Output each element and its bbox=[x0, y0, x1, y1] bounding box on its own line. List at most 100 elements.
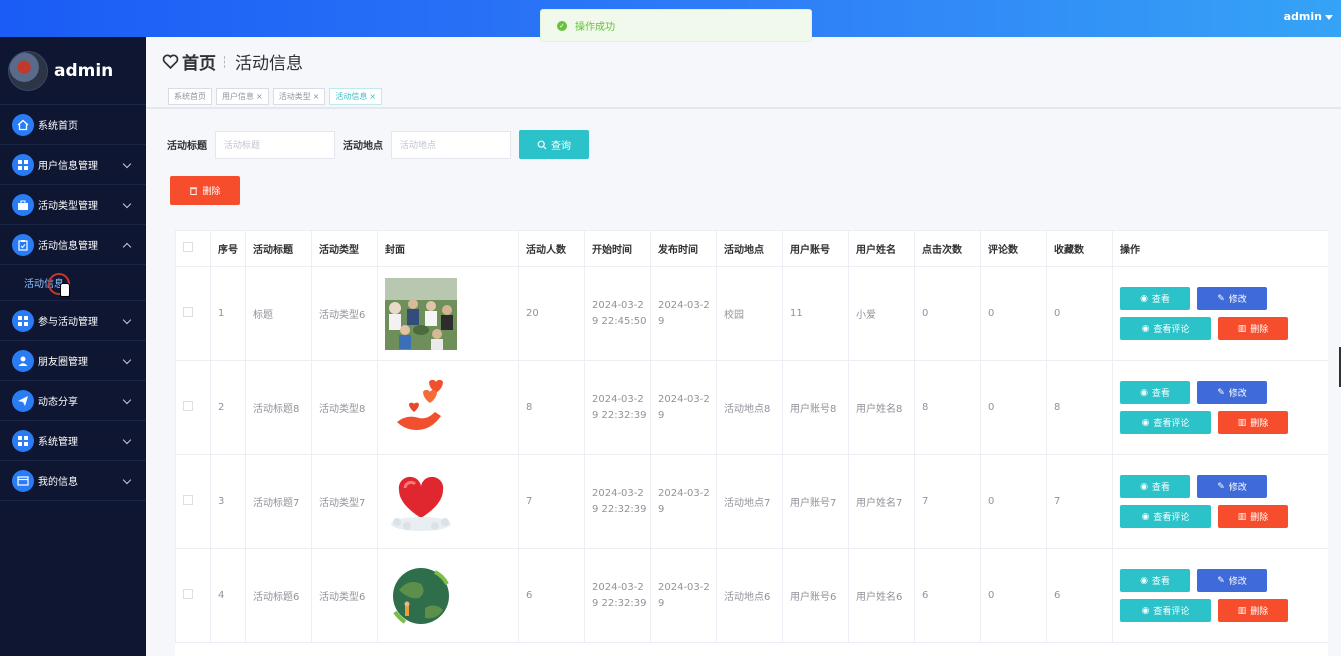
sidebar-item-home[interactable]: 系统首页 bbox=[0, 105, 146, 145]
column-header: 评论数 bbox=[980, 230, 1047, 267]
cell-clicks: 6 bbox=[914, 548, 981, 643]
comments-label: 查看评论 bbox=[1153, 607, 1190, 617]
sidebar-item-label: 动态分享 bbox=[38, 397, 78, 408]
cell-publish-time: 2024-03-2 9 bbox=[650, 266, 717, 361]
delete-button[interactable]: ▥ 删除 bbox=[1218, 505, 1288, 528]
view-button[interactable]: ◉ 查看 bbox=[1120, 475, 1190, 498]
edit-button[interactable]: ✎ 修改 bbox=[1197, 569, 1267, 592]
breadcrumb-home[interactable]: 首页 bbox=[182, 49, 216, 74]
batch-delete-button[interactable]: 删除 bbox=[170, 176, 240, 205]
eye-icon: ◉ bbox=[1141, 511, 1150, 522]
view-comments-button[interactable]: ◉ 查看评论 bbox=[1120, 599, 1211, 622]
view-button[interactable]: ◉ 查看 bbox=[1120, 381, 1190, 404]
row-checkbox[interactable] bbox=[183, 589, 193, 599]
cell-type: 活动类型7 bbox=[311, 454, 378, 549]
eye-icon: ◉ bbox=[1140, 293, 1148, 304]
eye-icon: ◉ bbox=[1141, 323, 1150, 334]
cell-name: 用户姓名6 bbox=[848, 548, 915, 643]
view-label: 查看 bbox=[1151, 295, 1170, 305]
sidebar: admin 系统首页 用户信息管理 活动类型管理 活动信息管理 活动信息 参与活… bbox=[0, 37, 146, 656]
time-part: 9 bbox=[658, 503, 665, 515]
cell-type: 活动类型8 bbox=[311, 360, 378, 455]
time-part: 2024-03-2 bbox=[658, 393, 710, 405]
tag-user-info[interactable]: 用户信息 × bbox=[216, 88, 269, 105]
eye-icon: ◉ bbox=[1140, 387, 1148, 398]
sidebar-item-label: 我的信息 bbox=[38, 477, 78, 488]
eye-icon: ◉ bbox=[1141, 417, 1150, 428]
sidebar-item-participation[interactable]: 参与活动管理 bbox=[0, 301, 146, 341]
cell-comments: 0 bbox=[980, 266, 1047, 361]
time-part: 2024-03-2 bbox=[592, 393, 644, 405]
sidebar-brand: admin bbox=[0, 37, 146, 105]
delete-label: 删除 bbox=[1250, 513, 1269, 523]
time-part: 2024-03-2 bbox=[658, 487, 710, 499]
view-button[interactable]: ◉ 查看 bbox=[1120, 569, 1190, 592]
cover-image-hand-hearts[interactable] bbox=[385, 371, 457, 444]
heart-icon bbox=[162, 54, 179, 70]
user-icon bbox=[12, 349, 34, 372]
cover-image-heart-hands[interactable] bbox=[385, 465, 457, 538]
sidebar-item-moments[interactable]: 朋友圈管理 bbox=[0, 341, 146, 381]
sidebar-subitem-activity-info[interactable]: 活动信息 bbox=[0, 265, 146, 301]
grid-icon bbox=[12, 153, 34, 176]
edit-button[interactable]: ✎ 修改 bbox=[1197, 475, 1267, 498]
cell-clicks: 0 bbox=[914, 266, 981, 361]
time-part: 9 bbox=[658, 315, 665, 327]
time-part: 2024-03-2 bbox=[658, 299, 710, 311]
delete-button[interactable]: ▥ 删除 bbox=[1218, 599, 1288, 622]
delete-button[interactable]: ▥ 删除 bbox=[1218, 411, 1288, 434]
tag-home[interactable]: 系统首页 bbox=[168, 88, 212, 105]
time-part: 9 22:32:39 bbox=[592, 503, 647, 515]
tag-activity-type[interactable]: 活动类型 × bbox=[272, 88, 326, 105]
view-comments-button[interactable]: ◉ 查看评论 bbox=[1120, 505, 1211, 528]
close-icon[interactable]: × bbox=[313, 92, 320, 101]
row-checkbox[interactable] bbox=[183, 307, 193, 317]
edit-button[interactable]: ✎ 修改 bbox=[1197, 287, 1267, 310]
title-search-input[interactable]: 活动标题 bbox=[215, 130, 335, 159]
user-name: admin bbox=[1283, 10, 1322, 23]
sidebar-item-label: 系统首页 bbox=[38, 121, 78, 132]
place-search-input[interactable]: 活动地点 bbox=[391, 130, 511, 159]
cover-image-photo[interactable] bbox=[385, 277, 457, 350]
delete-label: 删除 bbox=[1250, 607, 1269, 617]
avatar bbox=[8, 50, 48, 91]
comments-label: 查看评论 bbox=[1153, 513, 1190, 523]
sidebar-item-label: 活动信息管理 bbox=[38, 241, 98, 252]
user-menu[interactable]: admin bbox=[1284, 10, 1333, 23]
cell-name: 小爱 bbox=[848, 266, 915, 361]
sidebar-item-activity-info[interactable]: 活动信息管理 bbox=[0, 225, 146, 265]
select-all-checkbox[interactable] bbox=[183, 242, 193, 252]
sidebar-item-label: 活动类型管理 bbox=[38, 201, 98, 212]
cell-actions: ◉ 查看 ✎ 修改 ◉ 查看评论 ▥ 删除 bbox=[1112, 360, 1328, 455]
cover-image-earth[interactable] bbox=[385, 559, 457, 632]
row-checkbox[interactable] bbox=[183, 401, 193, 411]
delete-button[interactable]: ▥ 删除 bbox=[1218, 317, 1288, 340]
query-button[interactable]: 查询 bbox=[519, 130, 589, 159]
sidebar-item-my-info[interactable]: 我的信息 bbox=[0, 461, 146, 501]
cell-cover bbox=[377, 454, 519, 549]
sidebar-item-activity-type[interactable]: 活动类型管理 bbox=[0, 185, 146, 225]
cell-clicks: 7 bbox=[914, 454, 981, 549]
cell-type: 活动类型6 bbox=[311, 548, 378, 643]
sidebar-item-system[interactable]: 系统管理 bbox=[0, 421, 146, 461]
row-select-cell bbox=[175, 548, 211, 643]
close-icon[interactable]: × bbox=[369, 92, 376, 101]
view-comments-button[interactable]: ◉ 查看评论 bbox=[1120, 317, 1211, 340]
cell-place: 活动地点7 bbox=[716, 454, 783, 549]
tag-activity-info[interactable]: 活动信息 × bbox=[329, 88, 383, 105]
view-comments-button[interactable]: ◉ 查看评论 bbox=[1120, 411, 1211, 434]
cell-no: 4 bbox=[210, 548, 246, 643]
sidebar-item-share[interactable]: 动态分享 bbox=[0, 381, 146, 421]
close-icon[interactable]: × bbox=[256, 92, 263, 101]
table-row: 2 活动标题8 活动类型8 8 2024-03-2 9 22:32:39 202… bbox=[175, 360, 1328, 455]
sidebar-item-user-info[interactable]: 用户信息管理 bbox=[0, 145, 146, 185]
delete-label: 删除 bbox=[1250, 325, 1269, 335]
cell-actions: ◉ 查看 ✎ 修改 ◉ 查看评论 ▥ 删除 bbox=[1112, 454, 1328, 549]
column-header: 收藏数 bbox=[1046, 230, 1113, 267]
batch-delete-label: 删除 bbox=[202, 187, 221, 197]
view-button[interactable]: ◉ 查看 bbox=[1120, 287, 1190, 310]
row-checkbox[interactable] bbox=[183, 495, 193, 505]
clipboard-icon bbox=[12, 233, 34, 256]
edit-button[interactable]: ✎ 修改 bbox=[1197, 381, 1267, 404]
cell-comments: 0 bbox=[980, 548, 1047, 643]
